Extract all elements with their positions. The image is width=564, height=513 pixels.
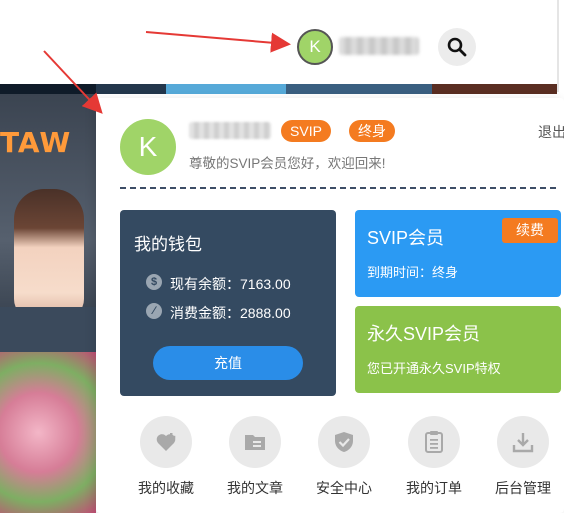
- welcome-message: 尊敬的SVIP会员您好，欢迎回来!: [189, 156, 386, 171]
- site-header: K: [0, 0, 564, 92]
- background-banner-image: TAW: [0, 94, 96, 513]
- bg-strip: [286, 84, 432, 94]
- page-edge: [557, 0, 564, 92]
- logout-link[interactable]: 退出: [538, 122, 564, 142]
- user-dropdown-panel: K SVIP 终身 退出 尊敬的SVIP会员您好，欢迎回来! 我的钱包 $ 现有…: [96, 98, 564, 513]
- folder-icon: [229, 416, 281, 468]
- leaf-icon: ∕: [146, 303, 162, 319]
- character-illustration: [0, 352, 96, 513]
- quick-action-orders[interactable]: 我的订单: [398, 416, 470, 498]
- quick-action-favorites[interactable]: 我的收藏: [130, 416, 202, 498]
- svip-membership-card: SVIP会员 续费 到期时间：终身: [355, 210, 561, 297]
- search-icon: [447, 37, 467, 57]
- wallet-title: 我的钱包: [134, 235, 202, 254]
- bg-strip: [432, 84, 557, 94]
- dollar-icon: $: [146, 274, 162, 290]
- banner-text: TAW: [0, 126, 72, 159]
- lifetime-membership-card: 永久SVIP会员 您已开通永久SVIP特权: [355, 306, 561, 393]
- lifetime-card-title: 永久SVIP会员: [367, 324, 481, 344]
- shield-icon: [318, 416, 370, 468]
- quick-action-label: 安全中心: [316, 480, 372, 496]
- spent-row: ∕ 消费金额：2888.00: [146, 303, 291, 323]
- bg-strip: [166, 84, 286, 94]
- svip-expiry: 到期时间：终身: [367, 265, 459, 280]
- clipboard-icon: [408, 416, 460, 468]
- spent-text: 消费金额：2888.00: [170, 305, 291, 321]
- quick-action-admin[interactable]: 后台管理: [487, 416, 559, 498]
- download-icon: [497, 416, 549, 468]
- bg-strip: [0, 84, 96, 94]
- lifetime-status: 您已开通永久SVIP特权: [367, 361, 501, 376]
- bg-strip: [96, 84, 166, 94]
- user-avatar[interactable]: K: [120, 119, 176, 175]
- quick-action-label: 后台管理: [495, 480, 551, 496]
- balance-text: 现有余额：7163.00: [170, 276, 291, 292]
- quick-action-label: 我的订单: [406, 480, 462, 496]
- quick-action-label: 我的文章: [227, 480, 283, 496]
- character-illustration: [14, 189, 84, 319]
- quick-action-label: 我的收藏: [138, 480, 194, 496]
- svip-card-title: SVIP会员: [367, 228, 445, 248]
- header-user-avatar[interactable]: K: [297, 29, 333, 65]
- heart-plus-icon: [140, 416, 192, 468]
- recharge-button[interactable]: 充值: [153, 346, 303, 380]
- svip-badge: SVIP: [281, 120, 331, 142]
- quick-action-security[interactable]: 安全中心: [308, 416, 380, 498]
- username-blurred: [189, 122, 271, 139]
- quick-action-articles[interactable]: 我的文章: [219, 416, 291, 498]
- lifetime-badge: 终身: [349, 120, 395, 142]
- wallet-card: 我的钱包 $ 现有余额：7163.00 ∕ 消费金额：2888.00 充值: [120, 210, 336, 396]
- header-username-blurred[interactable]: [339, 37, 419, 55]
- dashed-divider: [120, 187, 556, 189]
- header-search-button[interactable]: [438, 28, 476, 66]
- balance-row: $ 现有余额：7163.00: [146, 274, 291, 294]
- banner-bar: [0, 307, 96, 352]
- renew-button[interactable]: 续费: [502, 218, 558, 243]
